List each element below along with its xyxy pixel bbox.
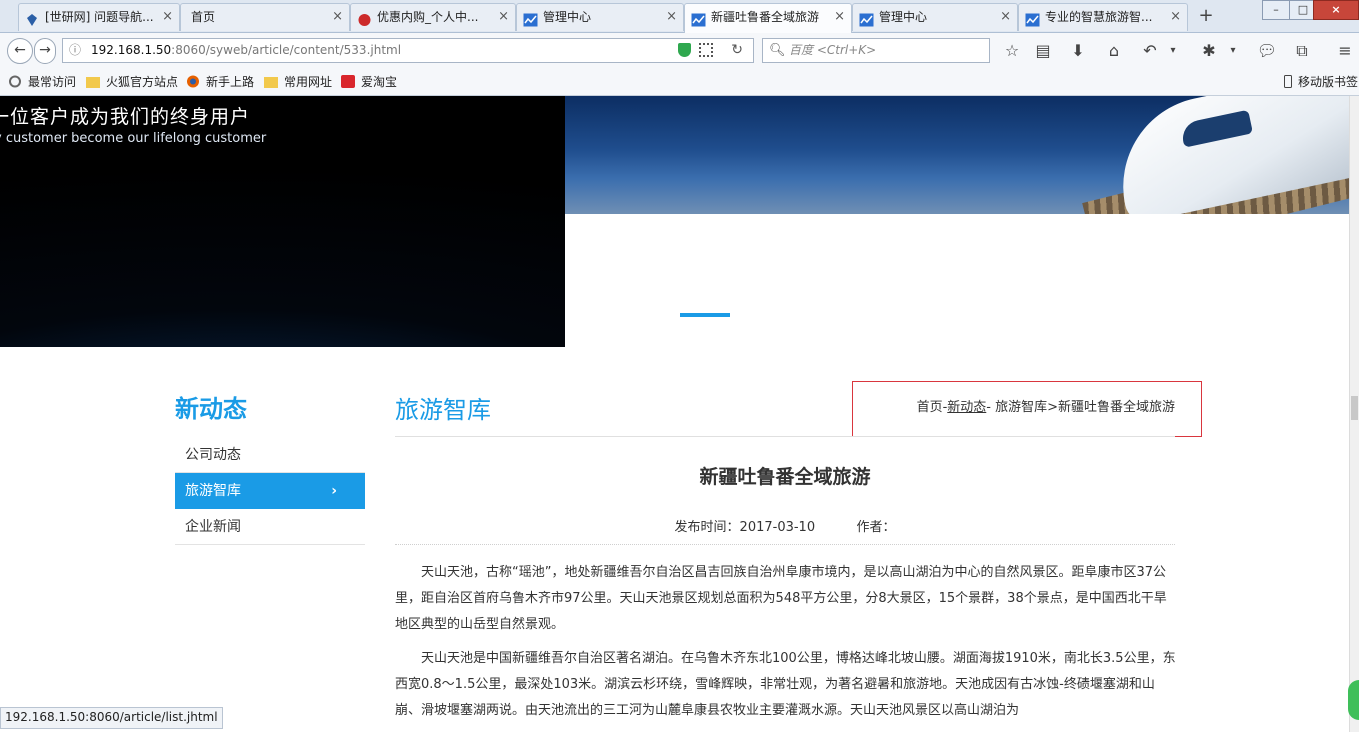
sidebar-item-enterprise-news[interactable]: 企业新闻 bbox=[175, 509, 365, 545]
article-paragraph: 天山天池，古称“瑶池”，地处新疆维吾尔自治区昌吉回族自治州阜康市境内，是以高山湖… bbox=[395, 565, 1167, 632]
chart-favicon-icon bbox=[859, 10, 874, 27]
bookmark-aitaobao[interactable]: 爱淘宝 bbox=[341, 74, 397, 90]
breadcrumb: 首页-新动态- 旅游智库>新疆吐鲁番全域旅游 bbox=[852, 381, 1202, 437]
bookmarks-toolbar: 最常访问 火狐官方站点 新手上路 常用网址 爱淘宝 移动版书签 bbox=[0, 69, 1359, 96]
download-icon[interactable]: ⬇ bbox=[1066, 39, 1090, 63]
chart-favicon-icon bbox=[1025, 10, 1040, 27]
tab-label: 新疆吐鲁番全域旅游 bbox=[711, 10, 820, 24]
tab-home[interactable]: 首页 × bbox=[180, 3, 350, 31]
article-meta: 发布时间：2017-03-10 作者： bbox=[395, 516, 1175, 535]
folder-icon bbox=[264, 75, 278, 88]
bookmark-getting-started[interactable]: 新手上路 bbox=[186, 74, 254, 90]
tab-admin-1[interactable]: 管理中心 × bbox=[516, 3, 684, 31]
tab-huawei[interactable]: 优惠内购_个人中... × bbox=[350, 3, 516, 31]
bookmark-most-visited[interactable]: 最常访问 bbox=[8, 74, 76, 90]
chart-favicon-icon bbox=[523, 10, 538, 27]
tab-label: 管理中心 bbox=[543, 10, 592, 24]
sidebar-item-company-news[interactable]: 公司动态 bbox=[175, 437, 365, 473]
window-close-button[interactable]: × bbox=[1313, 0, 1359, 20]
floating-green-button[interactable] bbox=[1348, 680, 1359, 720]
address-bar[interactable]: ⓘ 192.168.1.50:8060/syweb/article/conten… bbox=[62, 38, 754, 63]
chart-favicon-icon bbox=[691, 10, 706, 27]
hero-slogan-en: y customer become our lifelong customer bbox=[0, 131, 267, 146]
sidebar-item-travel-think-tank[interactable]: 旅游智库 › bbox=[175, 473, 365, 509]
back-arrow-icon[interactable]: ← bbox=[7, 38, 33, 64]
chat-icon[interactable]: 💬︎ bbox=[1255, 39, 1279, 63]
accent-divider bbox=[680, 313, 730, 317]
breadcrumb-link-news[interactable]: 新动态 bbox=[947, 400, 986, 415]
chevron-right-icon: › bbox=[331, 483, 337, 499]
gear-icon bbox=[8, 75, 22, 88]
close-icon[interactable]: × bbox=[834, 4, 845, 30]
huawei-favicon-icon bbox=[357, 10, 372, 26]
extension-icon[interactable]: ✱ bbox=[1197, 39, 1221, 63]
close-icon[interactable]: × bbox=[1000, 4, 1011, 30]
article-paragraph: 天山天池是中国新疆维吾尔自治区著名湖泊。在乌鲁木齐东北100公里，博格达峰北坡山… bbox=[395, 651, 1176, 718]
menu-icon[interactable]: ≡ bbox=[1333, 39, 1357, 63]
tab-label: 优惠内购_个人中... bbox=[377, 10, 479, 24]
chevron-down-icon[interactable]: ▾ bbox=[1226, 39, 1240, 63]
scrollbar-thumb[interactable] bbox=[1351, 396, 1358, 420]
close-icon[interactable]: × bbox=[162, 4, 173, 30]
vertical-scrollbar[interactable] bbox=[1349, 96, 1359, 732]
star-bookmark-icon[interactable]: ☆ bbox=[1000, 39, 1024, 63]
search-icon: 🔍︎ bbox=[769, 43, 786, 58]
url-text: 192.168.1.50:8060/syweb/article/content/… bbox=[91, 43, 402, 57]
hero-train-banner bbox=[565, 96, 1349, 214]
status-bar-url: 192.168.1.50:8060/article/list.jhtml bbox=[0, 707, 223, 729]
close-icon[interactable]: × bbox=[666, 4, 677, 30]
publish-date: 发布时间：2017-03-10 bbox=[674, 520, 816, 535]
section-divider bbox=[395, 436, 1175, 437]
forward-arrow-icon[interactable]: → bbox=[34, 38, 56, 64]
article-title: 新疆吐鲁番全域旅游 bbox=[699, 466, 871, 488]
hero-slogan-cn: 一位客户成为我们的终身用户 bbox=[0, 106, 251, 128]
navigation-toolbar: ← → ⓘ 192.168.1.50:8060/syweb/article/co… bbox=[0, 33, 1359, 69]
search-input[interactable]: 🔍︎ 百度 <Ctrl+K> bbox=[762, 38, 990, 63]
hero-earth-banner: 一位客户成为我们的终身用户 y customer become our life… bbox=[0, 96, 565, 347]
tab-label: 专业的智慧旅游智... bbox=[1045, 10, 1153, 24]
crop-icon[interactable]: ⧉ bbox=[1290, 39, 1314, 63]
info-icon[interactable]: ⓘ bbox=[69, 39, 81, 62]
reload-icon[interactable]: ↻ bbox=[731, 39, 743, 62]
tab-xinjiang-active[interactable]: 新疆吐鲁番全域旅游 × bbox=[684, 3, 852, 33]
folder-icon bbox=[86, 75, 100, 88]
close-icon[interactable]: × bbox=[1170, 4, 1181, 30]
sidebar-title: 新动态 bbox=[175, 395, 247, 423]
tab-shiyan[interactable]: [世研网] 问题导航... × bbox=[18, 3, 180, 31]
new-tab-button[interactable]: + bbox=[1196, 4, 1216, 28]
minimize-button[interactable]: – bbox=[1262, 0, 1290, 20]
chevron-down-icon[interactable]: ▾ bbox=[1166, 39, 1180, 63]
section-title: 旅游智库 bbox=[395, 396, 491, 424]
bookmark-common-sites[interactable]: 常用网址 bbox=[264, 74, 332, 90]
phone-icon bbox=[1284, 75, 1292, 88]
reading-list-icon[interactable]: ▤ bbox=[1031, 39, 1055, 63]
undo-icon[interactable]: ↶ bbox=[1138, 39, 1162, 63]
mobile-bookmarks[interactable]: 移动版书签 bbox=[1284, 74, 1358, 90]
taobao-icon bbox=[341, 75, 355, 88]
home-icon[interactable]: ⌂ bbox=[1102, 39, 1126, 63]
tab-smart-tourism[interactable]: 专业的智慧旅游智... × bbox=[1018, 3, 1188, 31]
breadcrumb-current: - 旅游智库>新疆吐鲁番全域旅游 bbox=[986, 400, 1175, 415]
bookmark-firefox-official[interactable]: 火狐官方站点 bbox=[86, 74, 178, 90]
firefox-icon bbox=[186, 75, 200, 88]
author-label: 作者： bbox=[856, 520, 896, 535]
qr-code-icon[interactable] bbox=[699, 43, 713, 57]
web-page: 一位客户成为我们的终身用户 y customer become our life… bbox=[0, 96, 1349, 732]
breadcrumb-home[interactable]: 首页- bbox=[917, 400, 948, 415]
tab-label: 管理中心 bbox=[879, 10, 928, 24]
meta-divider bbox=[395, 544, 1175, 545]
shield-icon[interactable] bbox=[678, 43, 691, 57]
site-favicon-icon bbox=[25, 10, 40, 26]
tab-label: 首页 bbox=[191, 10, 216, 24]
close-icon[interactable]: × bbox=[332, 4, 343, 30]
tab-admin-2[interactable]: 管理中心 × bbox=[852, 3, 1018, 31]
tab-bar: [世研网] 问题导航... × 首页 × 优惠内购_个人中... × 管理中心 … bbox=[0, 0, 1359, 33]
tab-label: [世研网] 问题导航... bbox=[45, 10, 154, 24]
close-icon[interactable]: × bbox=[498, 4, 509, 30]
